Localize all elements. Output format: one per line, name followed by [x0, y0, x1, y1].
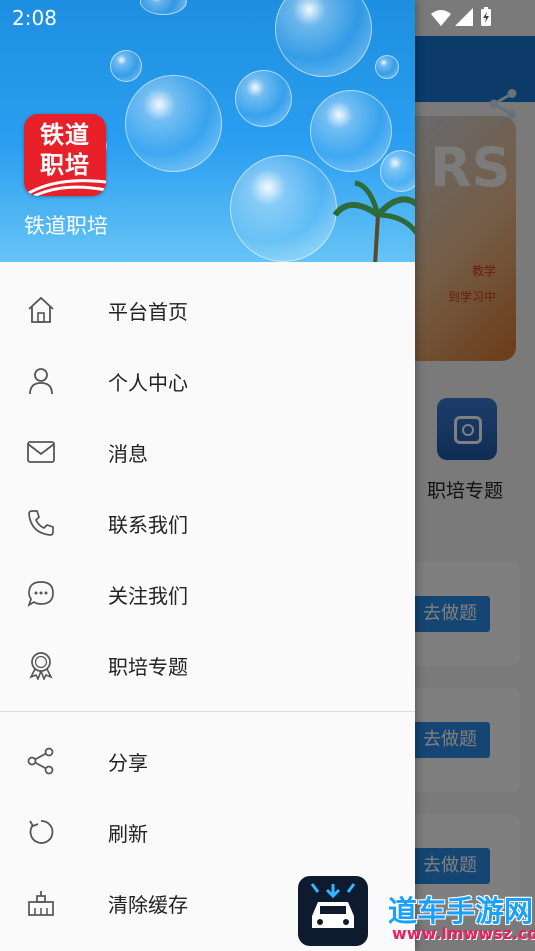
bubble-decoration — [235, 70, 292, 127]
logo-text: 铁道 — [40, 121, 90, 149]
menu-item-home[interactable]: 平台首页 — [0, 274, 415, 345]
menu-label: 联系我们 — [108, 513, 188, 537]
menu-label: 关注我们 — [108, 584, 188, 608]
navigation-drawer: 铁道 职培 铁道职培 平台首页 个人中心 消息 联系我们 关注我们 职培专题 分… — [0, 0, 415, 951]
menu-divider — [0, 711, 415, 712]
menu-label: 分享 — [108, 751, 148, 775]
menu-item-profile[interactable]: 个人中心 — [0, 345, 415, 416]
bubble-decoration — [230, 155, 337, 262]
bubble-decoration — [310, 90, 392, 172]
watermark-url: www.lmwwsz.com — [392, 924, 535, 943]
menu-label: 清除缓存 — [108, 893, 188, 917]
person-icon — [29, 368, 53, 395]
status-bar: 2:08 — [0, 0, 535, 36]
bubble-decoration — [110, 50, 142, 82]
status-time: 2:08 — [12, 6, 57, 30]
chat-bubble-icon — [27, 581, 54, 607]
bubble-decoration — [125, 75, 222, 172]
menu-item-topics[interactable]: 职培专题 — [0, 629, 415, 700]
rail-track-icon — [24, 179, 106, 196]
menu-item-messages[interactable]: 消息 — [0, 416, 415, 487]
menu-item-share[interactable]: 分享 — [0, 725, 415, 796]
status-icons — [431, 7, 491, 26]
badge-icon — [29, 652, 53, 680]
drawer-menu: 平台首页 个人中心 消息 联系我们 关注我们 职培专题 分享 刷新 清除缓存 — [0, 274, 415, 938]
menu-item-follow[interactable]: 关注我们 — [0, 558, 415, 629]
watermark-logo — [298, 876, 368, 946]
refresh-icon — [29, 820, 54, 844]
clear-cache-icon — [28, 891, 54, 916]
menu-label: 个人中心 — [108, 371, 188, 395]
car-icon — [310, 883, 356, 928]
drawer-header: 铁道 职培 铁道职培 — [0, 0, 415, 262]
bubble-decoration — [375, 55, 399, 79]
phone-icon — [28, 510, 54, 536]
menu-label: 刷新 — [108, 822, 148, 846]
app-name: 铁道职培 — [24, 214, 108, 238]
home-icon — [28, 296, 54, 323]
wifi-icon — [431, 10, 451, 26]
menu-label: 职培专题 — [108, 655, 188, 679]
share-icon — [27, 747, 54, 775]
menu-item-contact[interactable]: 联系我们 — [0, 487, 415, 558]
mail-icon — [27, 441, 55, 463]
menu-label: 平台首页 — [108, 300, 188, 324]
app-logo: 铁道 职培 — [24, 114, 106, 196]
palm-tree-decoration — [332, 180, 415, 262]
cell-signal-icon — [455, 8, 473, 26]
menu-label: 消息 — [108, 442, 148, 466]
menu-item-refresh[interactable]: 刷新 — [0, 796, 415, 867]
